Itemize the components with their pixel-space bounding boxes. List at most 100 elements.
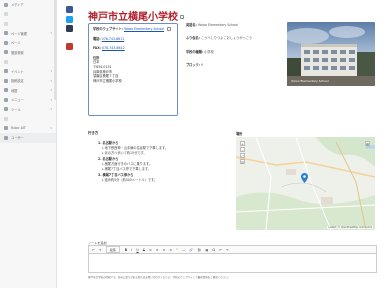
- sidebar-item[interactable]: メニュー ▾: [0, 95, 56, 105]
- sidebar-item[interactable]: イベント ▾: [0, 67, 56, 77]
- zoom-out-button[interactable]: −: [240, 146, 245, 152]
- menu-icon: [4, 78, 8, 83]
- link-icon[interactable]: 🔗: [189, 248, 193, 252]
- edit-icon[interactable]: [180, 15, 184, 20]
- bold-button[interactable]: B: [125, 248, 127, 252]
- bookmark-icon[interactable]: [66, 42, 73, 50]
- sidebar-item-label: 地図: [11, 88, 18, 93]
- chevron-down-icon: ▾: [50, 97, 52, 102]
- sidebar-item[interactable]: ツール ▾: [0, 105, 56, 115]
- zoom-in-button[interactable]: +: [240, 141, 245, 146]
- sidebar-item[interactable]: メディア: [0, 0, 56, 10]
- menu-icon: [4, 40, 8, 45]
- undo-icon[interactable]: ↶: [92, 248, 95, 252]
- tel-link[interactable]: 078-743-8611: [102, 37, 125, 41]
- align-right-icon[interactable]: ≡: [163, 248, 166, 252]
- fullscreen-icon[interactable]: ⤢: [240, 153, 245, 158]
- sidebar-item-label: ページ: [11, 41, 21, 46]
- menu-icon: [4, 59, 8, 64]
- twitter-icon[interactable]: [66, 15, 73, 23]
- direction-group: 1. 名谷駅から 地下鉄西神・山手線の名谷駅で下車します。 北の方へ歩いて約15…: [98, 141, 228, 156]
- menu-icon: [4, 135, 8, 140]
- sidebar-item[interactable]: Rubic AIT ▾: [0, 124, 56, 134]
- map-attribution: Leaflet | © OpenStreetMap contributors: [327, 226, 373, 229]
- direction-step: 徒歩約5分（約400メートル）です。: [102, 178, 228, 183]
- redo-icon[interactable]: ↷: [226, 248, 229, 252]
- school-type-value: 小学校: [204, 49, 214, 54]
- menu-icon: [4, 2, 8, 7]
- location-map[interactable]: + − ⤢ ◎ ▤ Leaflet | © OpenStreetMap cont…: [236, 137, 375, 230]
- website-link[interactable]: Yokoo Elementary School: [124, 27, 164, 31]
- sidebar-item-label: 施設検索: [11, 50, 24, 55]
- share-icons: [66, 6, 74, 52]
- sidebar-scrollbar[interactable]: [54, 0, 57, 100]
- chevron-down-icon: ▾: [50, 78, 52, 83]
- special-char-icon[interactable]: Ω: [213, 248, 215, 252]
- sidebar-item[interactable]: 投稿設定 ▾: [0, 76, 56, 86]
- tel-label: 電話:: [93, 36, 101, 41]
- paragraph-select[interactable]: 段落: [105, 246, 120, 253]
- sidebar-item-label: 投稿設定: [11, 79, 24, 84]
- fax-link[interactable]: 078-743-8612: [102, 46, 125, 50]
- menu-icon: [4, 12, 8, 17]
- map-heading: 場所: [236, 132, 243, 136]
- sidebar-item-label: ツール: [11, 107, 21, 112]
- sidebar-item[interactable]: [0, 57, 56, 67]
- align-center-icon[interactable]: ≡: [156, 248, 159, 252]
- school-photo: Yokoo Elementary School: [287, 22, 375, 86]
- sidebar-item[interactable]: ページ管理 ▾: [0, 29, 56, 39]
- unlink-icon[interactable]: ⛓: [197, 248, 201, 252]
- direction-title: 2. 名谷駅から: [98, 157, 119, 161]
- sidebar-item[interactable]: ページ: [0, 38, 56, 48]
- sidebar-item-label: ページ管理: [11, 31, 27, 36]
- locate-icon[interactable]: ◎: [240, 159, 245, 164]
- block-label: ブロック:: [186, 62, 201, 67]
- undo-icon[interactable]: ↶: [219, 248, 222, 252]
- hr-icon[interactable]: —: [182, 248, 185, 252]
- sidebar-item[interactable]: ユーザー: [0, 133, 56, 143]
- sidebar-item[interactable]: [0, 10, 56, 20]
- menu-icon: [4, 88, 8, 93]
- chevron-down-icon: ▾: [50, 107, 52, 112]
- menu-icon: [4, 126, 8, 131]
- sidebar-item[interactable]: [0, 114, 56, 124]
- notes-editor[interactable]: [88, 253, 377, 273]
- align-left-icon[interactable]: ≡: [149, 248, 152, 252]
- sidebar-item[interactable]: 地図 ▾: [0, 86, 56, 96]
- quote-icon[interactable]: “: [176, 248, 178, 252]
- share-icon[interactable]: [66, 25, 73, 32]
- sidebar-item-label: メニュー: [11, 98, 24, 103]
- footnote: 神戸市立学校の情報です。内容に誤りがある場合はお問い合わせください。学校のウェブ…: [88, 276, 231, 279]
- map-tiles: [236, 137, 375, 230]
- sidebar-item-label: メディア: [11, 3, 24, 8]
- strike-button[interactable]: S: [143, 248, 145, 252]
- sidebar-item-label: Rubic AIT: [11, 126, 26, 131]
- redo-icon[interactable]: ↷: [99, 248, 102, 252]
- school-type-label: 学校の種類:: [186, 49, 204, 54]
- external-link-icon[interactable]: [167, 27, 172, 31]
- underline-button[interactable]: U: [136, 248, 138, 252]
- block-value: 9: [201, 62, 204, 67]
- photo-caption: Yokoo Elementary School: [291, 79, 329, 83]
- editor-toolbar: ↶ ↷ 段落 B I U S ≡ ≡ ≡ ≡ “ — 🔗 ⛓ ▦ Ω ↶ ↷: [88, 245, 377, 253]
- map-marker-icon[interactable]: [301, 173, 308, 183]
- menu-icon: [4, 31, 8, 36]
- menu-icon: [4, 69, 8, 74]
- contact-info-box: 学校のウェブサイト: Yokoo Elementary School 電話: 0…: [88, 23, 178, 116]
- italic-button[interactable]: I: [131, 248, 132, 252]
- direction-step: 横尾7丁目バス停で下車します。: [102, 167, 228, 172]
- school-details: 英語名: Yokoo Elementary School ふり仮名: こうべしり…: [186, 23, 281, 76]
- layers-icon[interactable]: ▤: [365, 141, 370, 146]
- direction-group: 3. 横尾7丁目バス停から 徒歩約5分（約400メートル）です。: [98, 173, 228, 183]
- menu-icon: [4, 97, 8, 102]
- english-name-value: Yokoo Elementary School: [197, 23, 238, 27]
- sidebar-item-label: ユーザー: [11, 136, 24, 141]
- chevron-down-icon: ▾: [50, 88, 52, 93]
- table-icon[interactable]: ▦: [205, 248, 208, 252]
- menu-icon: [4, 116, 8, 121]
- sidebar-item[interactable]: 施設検索: [0, 48, 56, 58]
- sidebar-item[interactable]: [0, 19, 56, 29]
- chevron-down-icon: ▾: [50, 31, 52, 36]
- list-icon[interactable]: ≡: [169, 248, 172, 252]
- facebook-icon[interactable]: [66, 6, 73, 13]
